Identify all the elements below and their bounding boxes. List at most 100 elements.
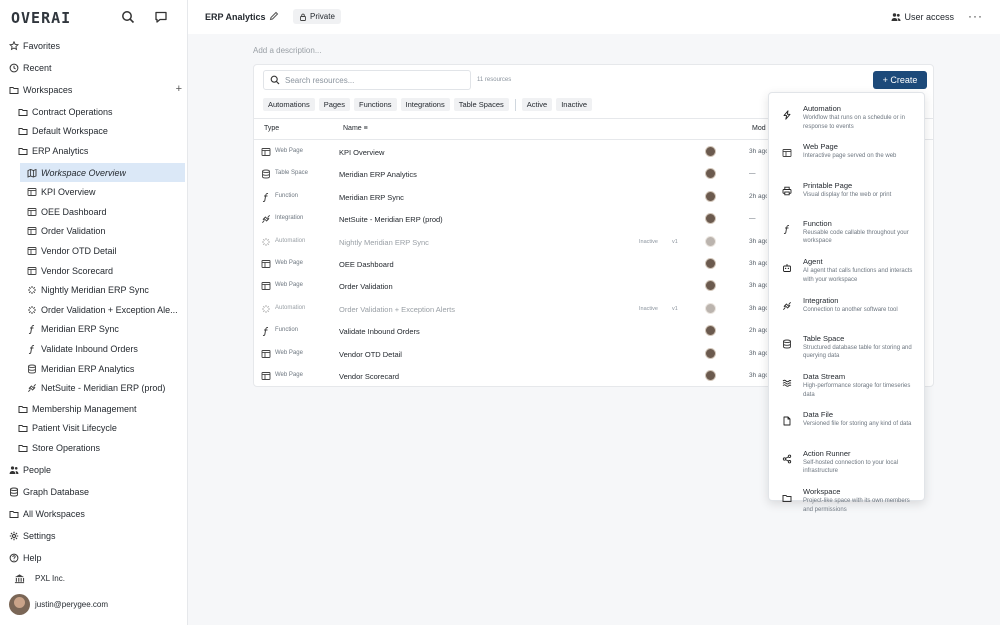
- description-field[interactable]: Add a description...: [253, 46, 321, 55]
- sidebar-item-contract-operations[interactable]: Contract Operations: [0, 102, 188, 121]
- privacy-button[interactable]: Private: [293, 9, 341, 24]
- filter-chip-pages[interactable]: Pages: [318, 98, 350, 111]
- create-menu-item-workspace[interactable]: Workspace Project-like space with its own…: [769, 480, 926, 518]
- search-icon[interactable]: [121, 10, 135, 24]
- sidebar-item-vendor-scorecard[interactable]: Vendor Scorecard: [0, 261, 188, 280]
- sidebar-item-default-workspace[interactable]: Default Workspace: [0, 122, 188, 141]
- filter-chips: Automations Pages Functions Integrations Tab…: [263, 98, 596, 111]
- sidebar-item-settings[interactable]: Settings: [0, 526, 188, 545]
- filter-chip-active[interactable]: Active: [521, 98, 553, 111]
- create-menu-item-data-stream[interactable]: Data Stream High-performance storage for …: [769, 365, 926, 403]
- sidebar-item-all-workspaces[interactable]: All Workspaces: [0, 504, 188, 523]
- menu-item-description: Connection to another software tool: [803, 306, 898, 313]
- column-name[interactable]: Name ≡: [343, 125, 368, 132]
- sidebar-item-oee-dashboard[interactable]: OEE Dashboard: [0, 202, 188, 221]
- column-modified[interactable]: Mod: [752, 125, 766, 132]
- row-name[interactable]: Nightly Meridian ERP Sync: [339, 238, 429, 247]
- filter-chip-functions[interactable]: Functions: [353, 98, 397, 111]
- sidebar-item-order-validation[interactable]: Order Validation: [0, 222, 188, 241]
- map-icon: [27, 168, 37, 178]
- sidebar-item-patient-visit-lifecycle[interactable]: Patient Visit Lifecycle: [0, 419, 188, 438]
- row-name[interactable]: Meridian ERP Analytics: [339, 170, 417, 179]
- sidebar-item-order-validation-exception-ale[interactable]: Order Validation + Exception Ale...: [0, 300, 188, 319]
- add-workspace-icon[interactable]: +: [176, 83, 182, 95]
- plug-icon: [780, 300, 793, 313]
- create-menu-item-printable-page[interactable]: Printable Page Visual display for the web…: [769, 174, 926, 212]
- automation-icon: [27, 305, 37, 315]
- org-switcher[interactable]: PXL Inc.: [14, 573, 65, 584]
- bank-icon: [14, 574, 25, 584]
- sidebar-item-nightly-meridian-erp-sync[interactable]: Nightly Meridian ERP Sync: [0, 281, 188, 300]
- table-space-icon: [27, 364, 37, 374]
- sidebar-item-graph-database[interactable]: Graph Database: [0, 482, 188, 501]
- row-name[interactable]: Validate Inbound Orders: [339, 327, 420, 336]
- more-options-icon[interactable]: ···: [968, 9, 983, 23]
- avatar: [705, 168, 716, 180]
- create-menu-item-action-runner[interactable]: Action Runner Self-hosted connection to y…: [769, 442, 926, 480]
- row-type: Web Page: [275, 349, 303, 356]
- row-name[interactable]: Order Validation + Exception Alerts: [339, 305, 455, 314]
- resource-search[interactable]: [263, 70, 471, 90]
- web-page-icon: [27, 187, 37, 197]
- row-type: Automation: [275, 237, 306, 244]
- user-access-button[interactable]: User access: [891, 12, 954, 22]
- folder-icon: [18, 107, 28, 117]
- sidebar-item-store-operations[interactable]: Store Operations: [0, 438, 188, 457]
- web-page-icon: [27, 226, 37, 236]
- create-menu-item-function[interactable]: Function Reusable code callable throughou…: [769, 212, 926, 250]
- menu-item-description: Reusable code callable throughout your w…: [803, 229, 909, 245]
- web-page-icon: [27, 266, 37, 276]
- create-button[interactable]: + Create: [873, 71, 927, 89]
- sidebar-item-label: Nightly Meridian ERP Sync: [41, 285, 149, 296]
- row-name[interactable]: Meridian ERP Sync: [339, 193, 404, 202]
- sidebar-item-label: Order Validation + Exception Ale...: [41, 304, 178, 315]
- sidebar-item-kpi-overview[interactable]: KPI Overview: [0, 183, 188, 202]
- row-name[interactable]: KPI Overview: [339, 148, 384, 157]
- row-name[interactable]: Vendor OTD Detail: [339, 350, 402, 359]
- sidebar-item-workspaces[interactable]: Workspaces +: [0, 80, 188, 99]
- row-name[interactable]: OEE Dashboard: [339, 260, 394, 269]
- sidebar-item-label: Help: [23, 552, 42, 563]
- sidebar-item-erp-analytics[interactable]: ERP Analytics: [0, 141, 188, 160]
- pencil-icon[interactable]: [269, 11, 279, 21]
- sidebar-item-meridian-erp-sync[interactable]: Meridian ERP Sync: [0, 320, 188, 339]
- sidebar-item-label: OEE Dashboard: [41, 206, 107, 217]
- create-menu-item-web-page[interactable]: Web Page Interactive page served on the w…: [769, 135, 926, 173]
- sidebar-item-meridian-erp-analytics[interactable]: Meridian ERP Analytics: [0, 359, 188, 378]
- create-menu-item-integration[interactable]: Integration Connection to another softwar…: [769, 289, 926, 327]
- web-page-icon: [261, 349, 271, 359]
- sidebar-item-label: Settings: [23, 530, 56, 541]
- sidebar-item-recent[interactable]: Recent: [0, 58, 188, 77]
- sidebar-item-people[interactable]: People: [0, 460, 188, 479]
- row-name[interactable]: Vendor Scorecard: [339, 372, 399, 381]
- sidebar-item-help[interactable]: Help: [0, 548, 188, 567]
- avatar: [705, 280, 716, 292]
- row-name[interactable]: Order Validation: [339, 282, 393, 291]
- create-menu-item-automation[interactable]: Automation Workflow that runs on a schedu…: [769, 97, 926, 135]
- menu-item-title: Table Space: [803, 333, 845, 343]
- filter-chip-table-spaces[interactable]: Table Spaces: [453, 98, 509, 111]
- filter-chip-automations[interactable]: Automations: [263, 98, 315, 111]
- web-page-icon: [261, 259, 271, 269]
- create-menu-item-data-file[interactable]: Data File Versioned file for storing any …: [769, 403, 926, 441]
- row-name[interactable]: NetSuite - Meridian ERP (prod): [339, 215, 443, 224]
- create-menu-item-agent[interactable]: Agent AI agent that calls functions and i…: [769, 250, 926, 288]
- sidebar-item-favorites[interactable]: Favorites: [0, 36, 188, 55]
- column-type[interactable]: Type: [264, 125, 279, 132]
- sidebar-item-label: Workspace Overview: [41, 167, 127, 178]
- status-badge: Inactive: [639, 305, 658, 312]
- search-input[interactable]: [285, 75, 465, 85]
- sidebar-item-membership-management[interactable]: Membership Management: [0, 399, 188, 418]
- user-menu[interactable]: justin@perygee.com: [9, 594, 108, 615]
- menu-item-title: Agent: [803, 257, 823, 267]
- filter-chip-integrations[interactable]: Integrations: [400, 98, 450, 111]
- create-menu-item-table-space[interactable]: Table Space Structured database table for…: [769, 327, 926, 365]
- version-label: v1: [672, 238, 678, 245]
- sidebar-item-vendor-otd-detail[interactable]: Vendor OTD Detail: [0, 241, 188, 260]
- user-access-label: User access: [904, 12, 954, 22]
- chat-icon[interactable]: [154, 10, 168, 24]
- sidebar-item-netsuite-meridian-erp-prod[interactable]: NetSuite - Meridian ERP (prod): [0, 379, 188, 398]
- filter-chip-inactive[interactable]: Inactive: [556, 98, 593, 111]
- sidebar-item-validate-inbound-orders[interactable]: Validate Inbound Orders: [0, 339, 188, 358]
- sidebar-item-workspace-overview[interactable]: Workspace Overview: [20, 163, 185, 182]
